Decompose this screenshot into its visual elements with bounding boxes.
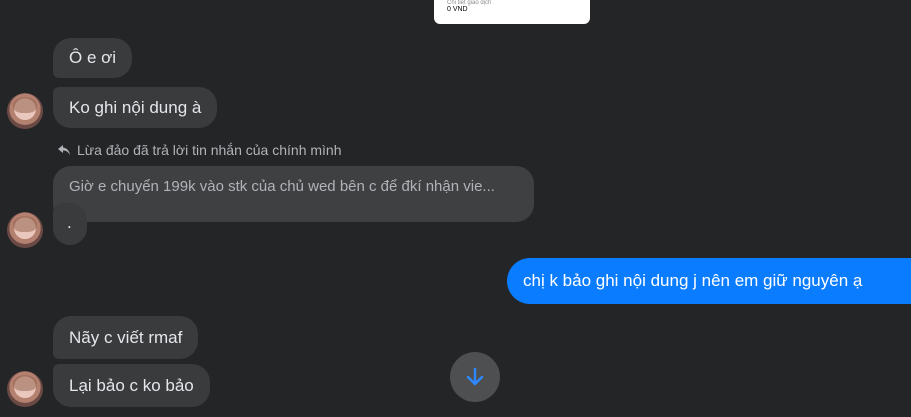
shared-receipt-card[interactable]: Chi tiết giao dịch 0 VND — [434, 0, 590, 24]
contact-avatar[interactable] — [7, 212, 43, 248]
incoming-message-5[interactable]: Lại bảo c ko bảo — [53, 364, 210, 407]
contact-avatar[interactable] — [7, 93, 43, 129]
incoming-message-1[interactable]: Ô e ơi — [53, 38, 133, 78]
incoming-message-2[interactable]: Ko ghi nội dung à — [53, 87, 218, 128]
scroll-to-bottom-button[interactable] — [450, 352, 500, 402]
reply-notice: Lừa đảo đã trả lời tin nhắn của chính mì… — [57, 142, 342, 158]
incoming-message-4[interactable]: Nãy c viết rmaf — [53, 316, 199, 359]
incoming-message-3[interactable]: . — [53, 203, 87, 245]
outgoing-message[interactable]: chị k bảo ghi nội dung j nên em giữ nguy… — [507, 258, 911, 304]
receipt-amount: 0 VND — [447, 6, 468, 13]
arrow-down-icon — [466, 367, 484, 386]
reply-notice-text: Lừa đảo đã trả lời tin nhắn của chính mì… — [77, 142, 342, 158]
contact-avatar[interactable] — [7, 371, 43, 407]
reply-icon — [58, 145, 70, 155]
quoted-message[interactable]: Giờ e chuyển 199k vào stk của chủ wed bê… — [53, 166, 534, 222]
